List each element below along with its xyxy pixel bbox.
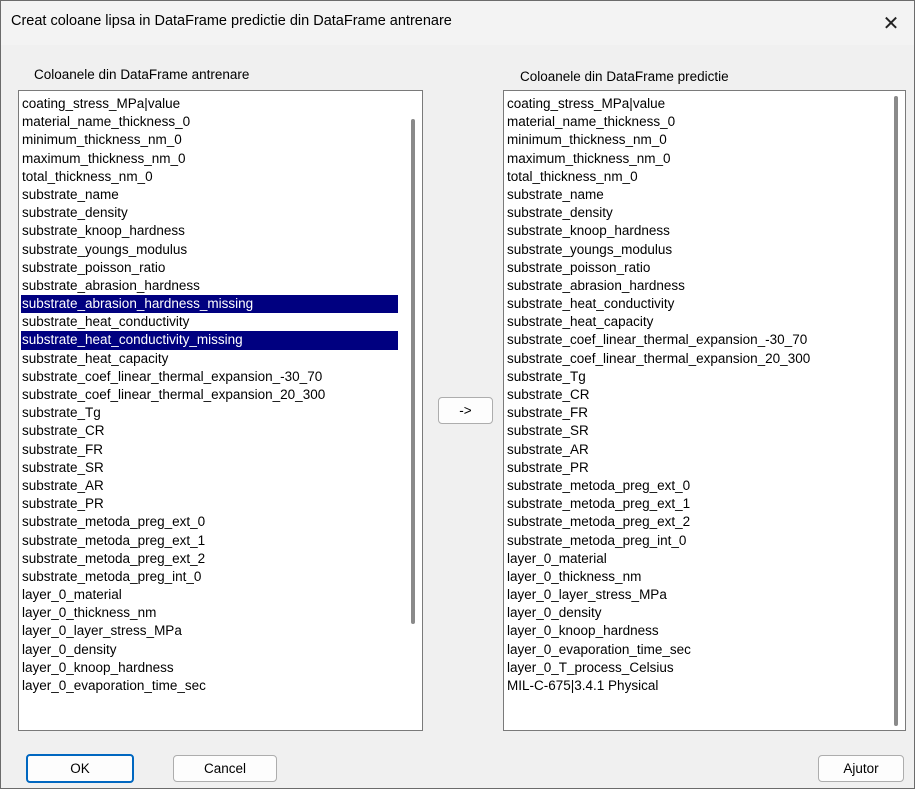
list-item[interactable]: layer_0_thickness_nm [21, 604, 398, 622]
list-item[interactable]: substrate_heat_conductivity_missing [21, 331, 398, 350]
list-item[interactable]: substrate_abrasion_hardness [506, 277, 881, 295]
list-item[interactable]: layer_0_knoop_hardness [506, 622, 881, 640]
list-item[interactable]: substrate_youngs_modulus [506, 241, 881, 259]
list-item[interactable]: substrate_coef_linear_thermal_expansion_… [506, 350, 881, 368]
list-item[interactable]: substrate_PR [21, 495, 398, 513]
window-title: Creat coloane lipsa in DataFrame predict… [11, 13, 452, 29]
left-scrollbar[interactable] [402, 91, 422, 730]
list-item[interactable]: substrate_coef_linear_thermal_expansion_… [21, 368, 398, 386]
list-item[interactable]: layer_0_layer_stress_MPa [506, 586, 881, 604]
right-list-label: Coloanele din DataFrame predictie [520, 69, 729, 84]
list-item[interactable]: substrate_density [21, 204, 398, 222]
right-scrollbar-thumb[interactable] [894, 96, 898, 726]
cancel-button[interactable]: Cancel [173, 755, 277, 782]
training-columns-list: coating_stress_MPa|value material_name_th… [21, 95, 398, 695]
list-item[interactable]: layer_0_density [21, 641, 398, 659]
list-item[interactable]: substrate_AR [506, 441, 881, 459]
list-item[interactable]: substrate_heat_capacity [21, 350, 398, 368]
left-list-label: Coloanele din DataFrame antrenare [34, 67, 250, 82]
list-item[interactable]: substrate_poisson_ratio [506, 259, 881, 277]
list-item[interactable]: substrate_Tg [21, 404, 398, 422]
transfer-button[interactable]: -> [438, 397, 493, 424]
list-item[interactable]: material_name_thickness_0 [506, 113, 881, 131]
list-item[interactable]: substrate_metoda_preg_int_0 [506, 532, 881, 550]
help-button[interactable]: Ajutor [818, 755, 904, 782]
list-item[interactable]: substrate_name [21, 186, 398, 204]
list-item[interactable]: substrate_heat_capacity [506, 313, 881, 331]
list-item[interactable]: substrate_metoda_preg_ext_2 [506, 513, 881, 531]
list-item[interactable]: material_name_thickness_0 [21, 113, 398, 131]
list-item[interactable]: layer_0_layer_stress_MPa [21, 622, 398, 640]
list-item[interactable]: layer_0_material [506, 550, 881, 568]
prediction-columns-listbox[interactable]: coating_stress_MPa|value material_name_th… [503, 90, 906, 731]
dialog-window: Creat coloane lipsa in DataFrame predict… [0, 0, 915, 789]
prediction-columns-list: coating_stress_MPa|value material_name_th… [506, 95, 881, 695]
ok-button[interactable]: OK [26, 754, 134, 783]
list-item[interactable]: substrate_metoda_preg_int_0 [21, 568, 398, 586]
list-item[interactable]: layer_0_density [506, 604, 881, 622]
list-item[interactable]: substrate_density [506, 204, 881, 222]
list-item[interactable]: substrate_youngs_modulus [21, 241, 398, 259]
title-bar: Creat coloane lipsa in DataFrame predict… [1, 1, 914, 45]
list-item[interactable]: substrate_metoda_preg_ext_2 [21, 550, 398, 568]
training-columns-listbox[interactable]: coating_stress_MPa|value material_name_th… [18, 90, 423, 731]
list-item[interactable]: substrate_SR [506, 422, 881, 440]
list-item[interactable]: minimum_thickness_nm_0 [21, 131, 398, 149]
list-item[interactable]: layer_0_material [21, 586, 398, 604]
list-item[interactable]: coating_stress_MPa|value [506, 95, 881, 113]
list-item[interactable]: substrate_coef_linear_thermal_expansion_… [506, 331, 881, 349]
list-item[interactable]: total_thickness_nm_0 [506, 168, 881, 186]
list-item[interactable]: substrate_abrasion_hardness [21, 277, 398, 295]
list-item[interactable]: layer_0_T_process_Celsius [506, 659, 881, 677]
list-item[interactable]: substrate_CR [21, 422, 398, 440]
close-icon[interactable]: ✕ [868, 1, 914, 45]
list-item[interactable]: substrate_name [506, 186, 881, 204]
right-scrollbar[interactable] [885, 91, 905, 730]
list-item[interactable]: substrate_metoda_preg_ext_0 [21, 513, 398, 531]
list-item[interactable]: substrate_CR [506, 386, 881, 404]
list-item[interactable]: substrate_FR [21, 441, 398, 459]
list-item[interactable]: minimum_thickness_nm_0 [506, 131, 881, 149]
list-item[interactable]: layer_0_thickness_nm [506, 568, 881, 586]
list-item[interactable]: substrate_metoda_preg_ext_0 [506, 477, 881, 495]
list-item[interactable]: substrate_PR [506, 459, 881, 477]
list-item[interactable]: substrate_SR [21, 459, 398, 477]
list-item[interactable]: substrate_metoda_preg_ext_1 [21, 532, 398, 550]
left-scrollbar-thumb[interactable] [411, 119, 415, 624]
list-item[interactable]: layer_0_evaporation_time_sec [506, 641, 881, 659]
list-item[interactable]: substrate_AR [21, 477, 398, 495]
list-item[interactable]: layer_0_knoop_hardness [21, 659, 398, 677]
list-item[interactable]: substrate_heat_conductivity [506, 295, 881, 313]
list-item[interactable]: substrate_knoop_hardness [21, 222, 398, 240]
list-item[interactable]: coating_stress_MPa|value [21, 95, 398, 113]
list-item[interactable]: substrate_poisson_ratio [21, 259, 398, 277]
list-item[interactable]: substrate_FR [506, 404, 881, 422]
list-item[interactable]: substrate_coef_linear_thermal_expansion_… [21, 386, 398, 404]
list-item[interactable]: maximum_thickness_nm_0 [21, 150, 398, 168]
list-item[interactable]: substrate_knoop_hardness [506, 222, 881, 240]
list-item[interactable]: substrate_heat_conductivity [21, 313, 398, 331]
list-item[interactable]: substrate_abrasion_hardness_missing [21, 295, 398, 314]
list-item[interactable]: MIL-C-675|3.4.1 Physical [506, 677, 881, 695]
list-item[interactable]: total_thickness_nm_0 [21, 168, 398, 186]
list-item[interactable]: substrate_metoda_preg_ext_1 [506, 495, 881, 513]
list-item[interactable]: layer_0_evaporation_time_sec [21, 677, 398, 695]
list-item[interactable]: substrate_Tg [506, 368, 881, 386]
list-item[interactable]: maximum_thickness_nm_0 [506, 150, 881, 168]
